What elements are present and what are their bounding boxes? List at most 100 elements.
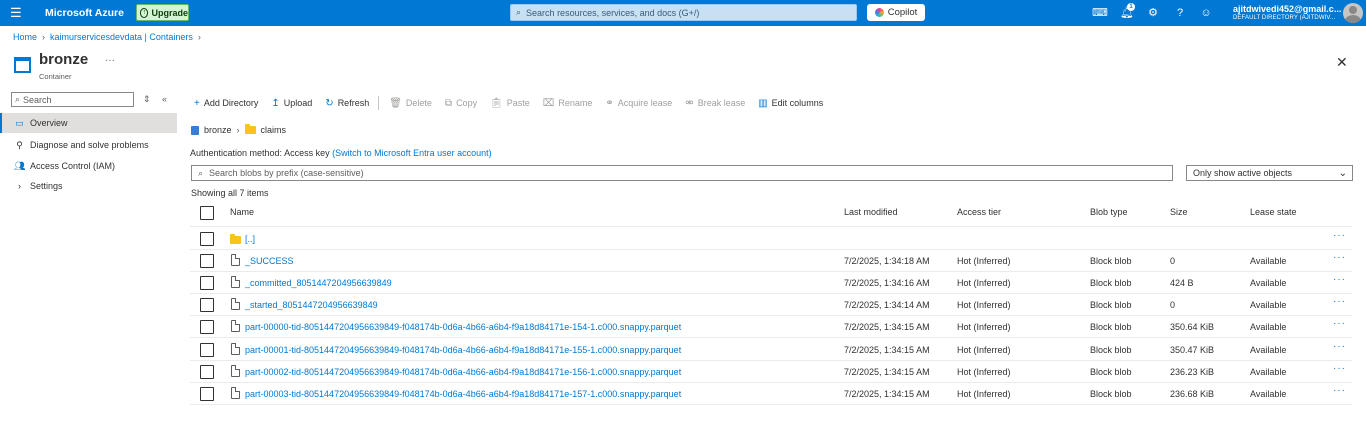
table-row[interactable]: part-00000-tid-8051447204956639849-f0481… bbox=[190, 316, 1352, 338]
blob-name-link[interactable]: part-00003-tid-8051447204956639849-f0481… bbox=[245, 389, 681, 399]
column-header-name[interactable]: Name bbox=[230, 207, 254, 217]
row-more-button[interactable]: ··· bbox=[1333, 296, 1346, 307]
cell-lease: Available bbox=[1250, 278, 1287, 288]
column-header-last-modified[interactable]: Last modified bbox=[844, 207, 898, 217]
blob-search-input[interactable]: ⌕ Search blobs by prefix (case-sensitive… bbox=[191, 165, 1173, 181]
add-directory-label: Add Directory bbox=[203, 98, 259, 108]
row-more-button[interactable]: ··· bbox=[1333, 252, 1346, 263]
row-checkbox[interactable] bbox=[200, 365, 214, 379]
breadcrumb-home[interactable]: Home bbox=[13, 32, 37, 42]
sidebar-item-settings[interactable]: › Settings bbox=[0, 176, 177, 196]
sidebar-item-label: Overview bbox=[30, 118, 68, 128]
row-checkbox[interactable] bbox=[200, 232, 214, 246]
more-options-button[interactable]: ··· bbox=[105, 55, 115, 66]
row-checkbox[interactable] bbox=[200, 387, 214, 401]
sidebar-collapse-icon[interactable]: « bbox=[162, 94, 167, 104]
sidebar-item-iam[interactable]: 👥︎ Access Control (IAM) bbox=[0, 156, 177, 176]
search-icon: ⌕ bbox=[198, 167, 204, 178]
blob-name-link[interactable]: part-00002-tid-8051447204956639849-f0481… bbox=[245, 367, 681, 377]
blob-name-link[interactable]: _committed_8051447204956639849 bbox=[245, 278, 392, 288]
table-row[interactable]: _SUCCESS 7/2/2025, 1:34:18 AM Hot (Infer… bbox=[190, 250, 1352, 272]
row-checkbox[interactable] bbox=[200, 276, 214, 290]
table-row-parent[interactable]: [..] ··· bbox=[190, 228, 1352, 250]
row-more-button[interactable]: ··· bbox=[1333, 341, 1346, 352]
row-more-button[interactable]: ··· bbox=[1333, 230, 1346, 241]
path-container[interactable]: bronze bbox=[204, 125, 232, 135]
copilot-button[interactable]: Copilot bbox=[867, 4, 925, 21]
cell-tier: Hot (Inferred) bbox=[957, 256, 1011, 266]
feedback-icon[interactable]: ☺ bbox=[1199, 6, 1213, 20]
cloud-shell-icon[interactable]: ⌨ bbox=[1092, 6, 1108, 20]
upload-button[interactable]: ↥ Upload bbox=[271, 98, 312, 109]
cell-type: Block blob bbox=[1090, 256, 1132, 266]
paste-button[interactable]: 📋︎ Paste bbox=[490, 98, 530, 109]
row-checkbox[interactable] bbox=[200, 343, 214, 357]
path-folder[interactable]: claims bbox=[261, 125, 287, 135]
blob-search-placeholder: Search blobs by prefix (case-sensitive) bbox=[209, 168, 364, 178]
sidebar-expand-icon[interactable]: ⇕ bbox=[143, 94, 151, 105]
brand-name[interactable]: Microsoft Azure bbox=[45, 7, 124, 19]
table-row[interactable]: _started_8051447204956639849 7/2/2025, 1… bbox=[190, 294, 1352, 316]
select-all-checkbox[interactable] bbox=[200, 206, 214, 220]
table-row[interactable]: _committed_8051447204956639849 7/2/2025,… bbox=[190, 272, 1352, 294]
people-icon: 👥︎ bbox=[14, 160, 26, 171]
avatar[interactable] bbox=[1343, 3, 1363, 23]
acquire-lease-button[interactable]: ⚭ Acquire lease bbox=[605, 98, 672, 109]
command-toolbar: + Add Directory ↥ Upload ↻ Refresh 🗑︎ De… bbox=[194, 96, 836, 110]
chevron-right-icon: › bbox=[18, 181, 21, 191]
copy-button[interactable]: ⧉ Copy bbox=[445, 98, 477, 109]
upgrade-icon: ↑ bbox=[140, 7, 149, 18]
cell-modified: 7/2/2025, 1:34:16 AM bbox=[844, 278, 930, 288]
help-icon[interactable]: ? bbox=[1173, 6, 1187, 20]
blob-name-link[interactable]: _started_8051447204956639849 bbox=[245, 300, 378, 310]
refresh-button[interactable]: ↻ Refresh bbox=[325, 98, 369, 109]
cell-size: 236.68 KiB bbox=[1170, 389, 1215, 399]
row-more-button[interactable]: ··· bbox=[1333, 318, 1346, 329]
hamburger-menu-icon[interactable]: ☰ bbox=[10, 6, 24, 20]
copy-icon: ⧉ bbox=[444, 97, 453, 109]
cell-lease: Available bbox=[1250, 256, 1287, 266]
column-header-lease-state[interactable]: Lease state bbox=[1250, 207, 1297, 217]
row-more-button[interactable]: ··· bbox=[1333, 385, 1346, 396]
delete-button[interactable]: 🗑︎ Delete bbox=[389, 98, 432, 109]
table-row[interactable]: part-00003-tid-8051447204956639849-f0481… bbox=[190, 383, 1352, 405]
blob-name-link[interactable]: part-00000-tid-8051447204956639849-f0481… bbox=[245, 322, 681, 332]
switch-auth-link[interactable]: (Switch to Microsoft Entra user account) bbox=[332, 148, 492, 158]
table-row[interactable]: part-00002-tid-8051447204956639849-f0481… bbox=[190, 361, 1352, 383]
rename-button[interactable]: ⌧ Rename bbox=[543, 98, 593, 109]
blob-name-link[interactable]: part-00001-tid-8051447204956639849-f0481… bbox=[245, 345, 681, 355]
active-objects-dropdown[interactable]: Only show active objects ⌄ bbox=[1186, 165, 1353, 181]
settings-gear-icon[interactable]: ⚙ bbox=[1146, 6, 1160, 20]
row-checkbox[interactable] bbox=[200, 254, 214, 268]
row-checkbox[interactable] bbox=[200, 298, 214, 312]
user-email[interactable]: ajitdwivedi452@gmail.c... bbox=[1233, 4, 1341, 14]
break-lease-button[interactable]: ⚮ Break lease bbox=[685, 98, 745, 109]
parent-folder-link[interactable]: [..] bbox=[245, 234, 255, 244]
sidebar-item-overview[interactable]: ▭ Overview bbox=[0, 113, 177, 133]
edit-columns-button[interactable]: ▥ Edit columns bbox=[758, 98, 823, 109]
table-row[interactable]: part-00001-tid-8051447204956639849-f0481… bbox=[190, 339, 1352, 361]
column-header-blob-type[interactable]: Blob type bbox=[1090, 207, 1128, 217]
upgrade-button[interactable]: ↑ Upgrade bbox=[136, 4, 189, 21]
page-subtitle: Container bbox=[39, 72, 72, 81]
column-header-access-tier[interactable]: Access tier bbox=[957, 207, 1001, 217]
breadcrumb-containers[interactable]: kaimurservicesdevdata | Containers bbox=[50, 32, 193, 42]
file-icon bbox=[231, 254, 240, 266]
sidebar-search-input[interactable]: ⌕ Search bbox=[11, 92, 134, 107]
cell-size: 350.47 KiB bbox=[1170, 345, 1215, 355]
add-directory-button[interactable]: + Add Directory bbox=[194, 98, 258, 109]
container-icon bbox=[14, 57, 31, 73]
column-header-size[interactable]: Size bbox=[1170, 207, 1188, 217]
breadcrumb-chevron-icon: › bbox=[197, 32, 201, 42]
rename-label: Rename bbox=[558, 98, 593, 108]
sidebar-item-diagnose[interactable]: ⚲ Diagnose and solve problems bbox=[0, 135, 177, 155]
row-more-button[interactable]: ··· bbox=[1333, 274, 1346, 285]
global-search-input[interactable]: ⌕ Search resources, services, and docs (… bbox=[510, 4, 857, 21]
sidebar-item-label: Settings bbox=[30, 181, 63, 191]
cell-lease: Available bbox=[1250, 300, 1287, 310]
blob-name-link[interactable]: _SUCCESS bbox=[245, 256, 294, 266]
close-icon[interactable]: ✕ bbox=[1336, 54, 1348, 71]
row-checkbox[interactable] bbox=[200, 320, 214, 334]
row-more-button[interactable]: ··· bbox=[1333, 363, 1346, 374]
user-directory[interactable]: DEFAULT DIRECTORY (AJITDWIV... bbox=[1233, 15, 1335, 21]
